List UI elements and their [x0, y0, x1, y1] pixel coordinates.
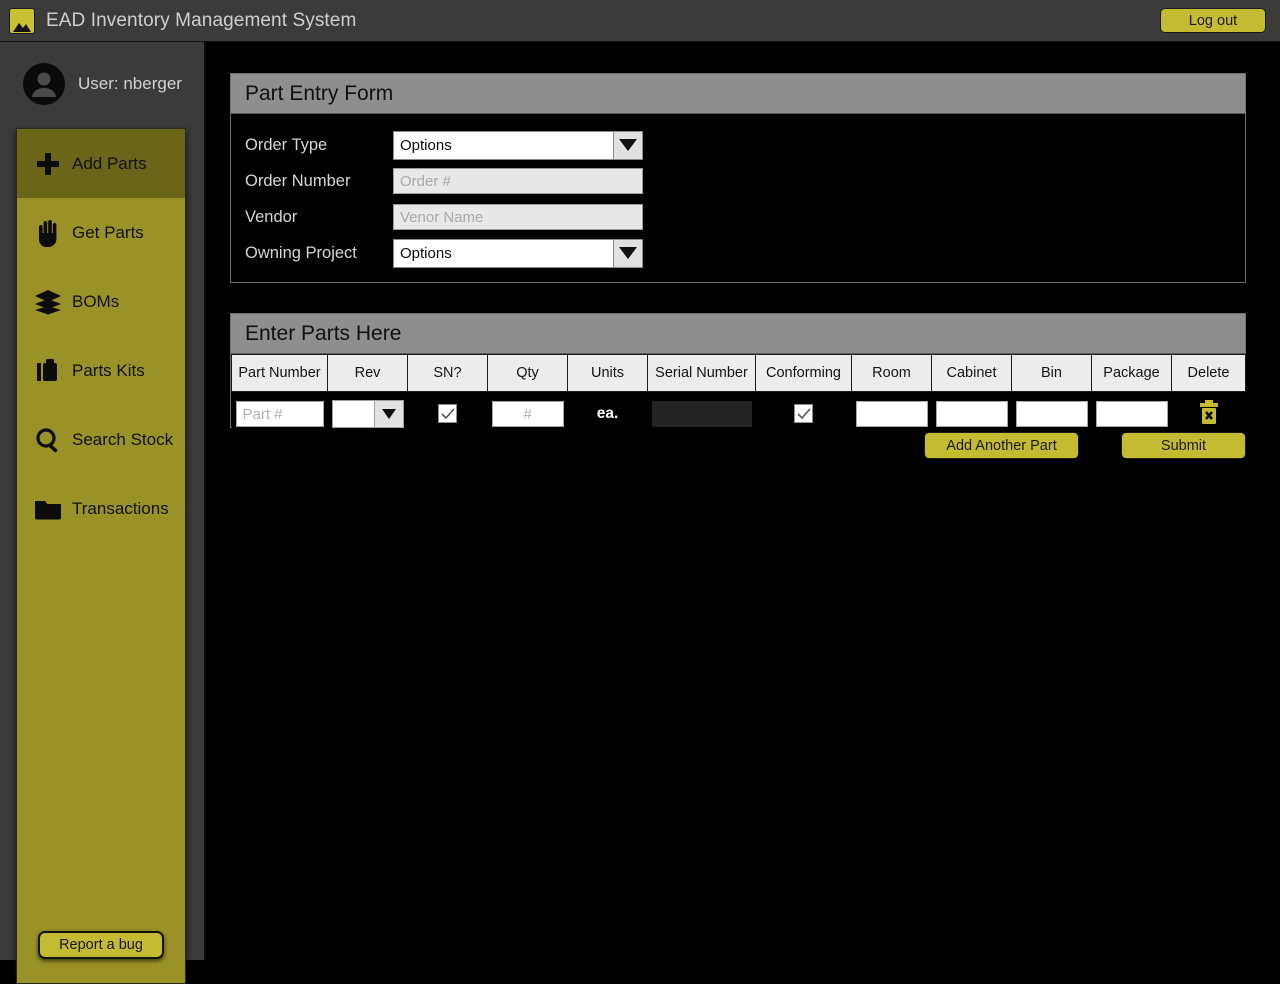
chevron-down-icon — [613, 130, 643, 160]
cell-serial-number — [647, 391, 756, 437]
sidebar-item-label: Transactions — [72, 498, 169, 518]
sidebar-nav: Add Parts Get Parts BOMs Parts Kits Sear… — [16, 128, 186, 984]
column-header-units: Units — [567, 354, 648, 392]
parts-table-header-row: Part Number Rev SN? Qty Units Serial Num… — [231, 354, 1246, 392]
column-header-delete: Delete — [1171, 354, 1246, 392]
submit-button[interactable]: Submit — [1121, 432, 1246, 459]
user-avatar-icon — [22, 62, 66, 106]
sidebar-item-search-stock[interactable]: Search Stock — [17, 405, 185, 474]
sidebar: User: nberger Add Parts Get Parts BOMs P… — [0, 42, 206, 984]
qty-input[interactable]: # — [491, 401, 564, 428]
units-label: ea. — [596, 405, 619, 423]
cell-rev — [327, 391, 408, 437]
column-header-package: Package — [1091, 354, 1172, 392]
cell-cabinet — [931, 391, 1012, 437]
order-type-value: Options — [393, 130, 613, 160]
conforming-checkbox[interactable] — [794, 404, 813, 423]
column-header-serial-number: Serial Number — [647, 354, 756, 392]
main-content: Part Entry Form Order Type Options Order… — [208, 42, 1280, 960]
sidebar-item-transactions[interactable]: Transactions — [17, 474, 185, 543]
vendor-label: Vendor — [245, 207, 298, 226]
sidebar-item-label: Parts Kits — [72, 360, 145, 380]
user-name-label: User: nberger — [78, 74, 182, 93]
rev-value — [331, 400, 374, 429]
form-row-vendor: Vendor Venor Name — [245, 199, 1245, 235]
sidebar-item-parts-kits[interactable]: Parts Kits — [17, 336, 185, 405]
cell-sn — [407, 391, 488, 437]
order-number-label: Order Number — [245, 171, 351, 190]
owning-project-label: Owning Project — [245, 243, 357, 262]
add-another-part-button[interactable]: Add Another Part — [924, 432, 1079, 459]
chevron-down-icon — [373, 400, 404, 429]
mountain-image-icon — [9, 7, 35, 34]
room-input[interactable] — [855, 401, 928, 428]
sidebar-item-label: Add Parts — [72, 153, 147, 173]
plus-icon — [33, 149, 63, 179]
part-entry-form-title: Part Entry Form — [231, 74, 1245, 114]
cell-room — [851, 391, 932, 437]
cell-units: ea. — [567, 391, 648, 437]
sidebar-item-label: BOMs — [72, 291, 120, 311]
sn-checkbox[interactable] — [438, 404, 457, 423]
logout-button[interactable]: Log out — [1160, 8, 1266, 33]
column-header-part-number: Part Number — [231, 354, 328, 392]
magnifier-icon — [33, 425, 63, 455]
trash-delete-icon[interactable] — [1197, 399, 1221, 425]
column-header-sn: SN? — [407, 354, 488, 392]
vendor-input[interactable]: Venor Name — [393, 204, 643, 230]
cell-part-number: Part # — [231, 391, 328, 437]
part-number-input[interactable]: Part # — [235, 401, 324, 428]
app-title: EAD Inventory Management System — [46, 9, 357, 31]
bin-input[interactable] — [1015, 401, 1088, 428]
rev-select[interactable] — [331, 400, 404, 429]
cell-conforming — [755, 391, 852, 437]
layers-icon — [33, 287, 63, 317]
title-bar: EAD Inventory Management System Log out — [0, 0, 1280, 42]
order-type-select[interactable]: Options — [393, 130, 643, 160]
sidebar-item-label: Get Parts — [72, 222, 144, 242]
user-info: User: nberger — [0, 42, 204, 126]
sidebar-item-get-parts[interactable]: Get Parts — [17, 198, 185, 267]
column-header-cabinet: Cabinet — [931, 354, 1012, 392]
parts-action-buttons: Add Another Part Submit — [230, 432, 1246, 460]
owning-project-select[interactable]: Options — [393, 238, 643, 268]
briefcase-icon — [33, 356, 63, 386]
chevron-down-icon — [613, 238, 643, 268]
column-header-bin: Bin — [1011, 354, 1092, 392]
column-header-rev: Rev — [327, 354, 408, 392]
table-row: Part # # ea. — [231, 391, 1246, 437]
form-row-order-number: Order Number Order # — [245, 163, 1245, 199]
part-entry-form-card: Part Entry Form Order Type Options Order… — [230, 73, 1246, 283]
serial-number-input[interactable] — [651, 401, 752, 428]
package-input[interactable] — [1095, 401, 1168, 428]
sidebar-item-add-parts[interactable]: Add Parts — [17, 129, 185, 198]
report-bug-button[interactable]: Report a bug — [38, 931, 164, 959]
cell-qty: # — [487, 391, 568, 437]
parts-table-card: Enter Parts Here Part Number Rev SN? Qty… — [230, 313, 1246, 437]
column-header-conforming: Conforming — [755, 354, 852, 392]
hand-icon — [33, 218, 63, 248]
part-entry-form-body: Order Type Options Order Number Order # … — [231, 114, 1245, 271]
cabinet-input[interactable] — [935, 401, 1008, 428]
form-row-owning-project: Owning Project Options — [245, 235, 1245, 271]
order-type-label: Order Type — [245, 135, 328, 154]
cell-package — [1091, 391, 1172, 437]
cell-bin — [1011, 391, 1092, 437]
column-header-qty: Qty — [487, 354, 568, 392]
form-row-order-type: Order Type Options — [245, 127, 1245, 163]
owning-project-value: Options — [393, 238, 613, 268]
order-number-input[interactable]: Order # — [393, 168, 643, 194]
cell-delete — [1171, 391, 1246, 437]
sidebar-item-boms[interactable]: BOMs — [17, 267, 185, 336]
parts-table: Part Number Rev SN? Qty Units Serial Num… — [231, 354, 1246, 437]
column-header-room: Room — [851, 354, 932, 392]
folder-icon — [33, 494, 63, 524]
sidebar-item-label: Search Stock — [72, 429, 174, 449]
parts-table-title: Enter Parts Here — [231, 314, 1245, 354]
